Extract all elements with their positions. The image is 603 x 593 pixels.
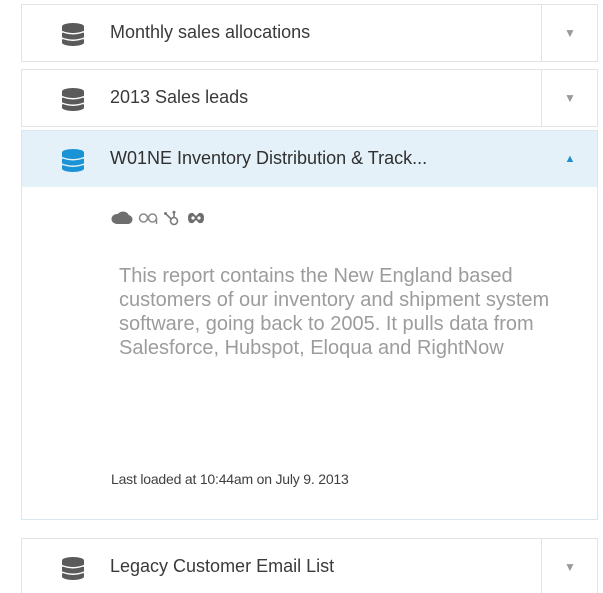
database-icon: [61, 87, 85, 111]
dataset-name: 2013 Sales leads: [110, 87, 249, 107]
last-loaded-timestamp: Last loaded at 10:44am on July 9. 2013: [111, 471, 349, 487]
hubspot-icon: [163, 210, 181, 226]
dataset-description: This report contains the New England bas…: [119, 265, 550, 359]
dataset-row-w01ne-inventory[interactable]: W01NE Inventory Distribution & Track... …: [22, 131, 597, 187]
salesforce-icon: [111, 211, 133, 225]
dataset-row-2013-sales-leads[interactable]: 2013 Sales leads ▼: [21, 69, 598, 127]
expand-toggle-chevron-down-icon[interactable]: ▼: [542, 70, 598, 126]
dataset-panel-w01ne-inventory: W01NE Inventory Distribution & Track... …: [21, 130, 598, 520]
dataset-list: Monthly sales allocations ▼ 2013 Sales l…: [0, 0, 603, 593]
expand-toggle-chevron-down-icon[interactable]: ▼: [542, 539, 598, 593]
dataset-row-monthly-sales[interactable]: Monthly sales allocations ▼: [21, 4, 598, 62]
database-icon: [61, 148, 85, 172]
dataset-name: Legacy Customer Email List: [110, 556, 335, 576]
dataset-name: Monthly sales allocations: [110, 22, 311, 42]
infinity-icon: [138, 211, 158, 225]
collapse-toggle-chevron-up-icon[interactable]: ▲: [542, 131, 598, 187]
dataset-name: W01NE Inventory Distribution & Track...: [110, 148, 428, 168]
database-icon: [61, 22, 85, 46]
expand-toggle-chevron-down-icon[interactable]: ▼: [542, 5, 598, 61]
rightnow-icon: [186, 211, 206, 225]
database-icon: [61, 556, 85, 580]
dataset-row-legacy-email[interactable]: Legacy Customer Email List ▼: [21, 538, 598, 593]
data-source-icons: [111, 208, 206, 228]
